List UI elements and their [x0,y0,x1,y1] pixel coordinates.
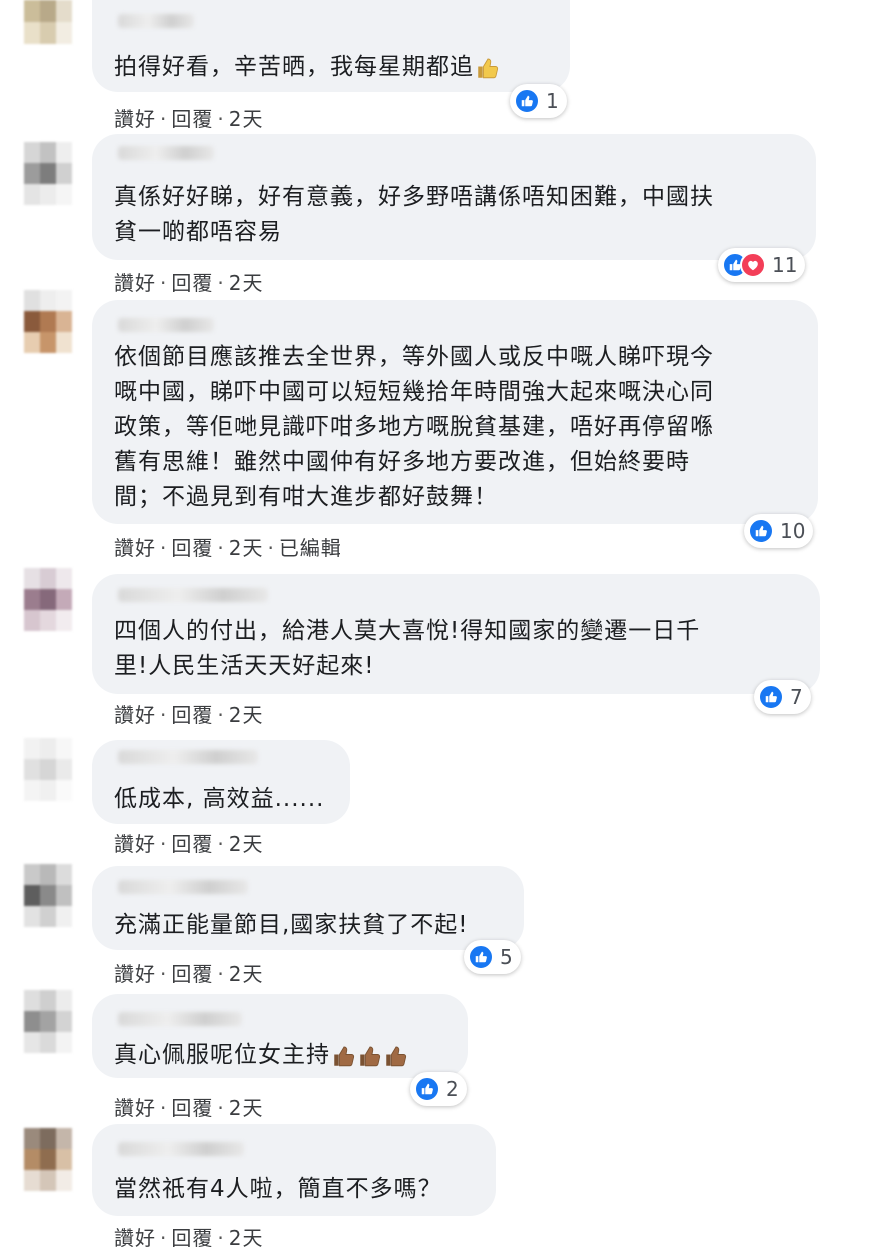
like-button[interactable]: 讚好 [114,107,156,131]
comment-timestamp[interactable]: 2天 [229,1226,264,1250]
commenter-name[interactable] [118,1142,244,1156]
comment-timestamp[interactable]: 2天 [229,1096,264,1120]
comment-actions: 讚好 · 回覆 · 2天 [114,832,264,856]
comment-actions: 讚好 · 回覆 · 2天 [114,271,264,295]
reaction-count: 2 [446,1077,459,1101]
reaction-summary[interactable]: 5 [464,940,521,974]
comment-timestamp[interactable]: 2天 [229,107,264,131]
reaction-summary[interactable]: 1 [510,84,567,118]
comment-actions: 讚好 · 回覆 · 2天 [114,1096,264,1120]
comment-text: 當然祇有4人啦，簡直不多嗎？ [114,1176,442,1202]
reply-button[interactable]: 回覆 [171,832,213,856]
comment-timestamp[interactable]: 2天 [229,703,264,727]
reaction-summary[interactable]: 2 [410,1072,467,1106]
avatar[interactable] [24,990,72,1053]
avatar[interactable] [24,290,72,353]
thumbs-up-emoji-icon [476,56,500,80]
reply-button[interactable]: 回覆 [171,703,213,727]
comment-text: 四個人的付出，給港人莫大喜悅!得知國家的變遷一日千 里!人民生活天天好起來! [114,618,701,679]
reaction-count: 11 [772,253,798,277]
reaction-summary[interactable]: 11 [718,248,806,282]
comment-text: 依個節目應該推去全世界，等外國人或反中嘅人睇吓現今 嘅中國，睇吓中國可以短短幾拾… [114,344,714,510]
thumbs-up-emoji-icon [358,1044,382,1068]
comment-timestamp[interactable]: 2天 [229,962,264,986]
comment-actions: 讚好 · 回覆 · 2天 [114,962,264,986]
avatar[interactable] [24,1128,72,1191]
reaction-count: 7 [790,685,803,709]
like-button[interactable]: 讚好 [114,536,156,560]
comment-text: 充滿正能量節目,國家扶貧了不起! [114,912,469,938]
like-button[interactable]: 讚好 [114,703,156,727]
commenter-name[interactable] [118,14,194,28]
like-button[interactable]: 讚好 [114,1226,156,1250]
avatar[interactable] [24,568,72,631]
comment-timestamp[interactable]: 2天 [229,271,264,295]
like-reaction-icon [468,944,494,970]
avatar[interactable] [24,738,72,801]
reaction-count: 10 [780,519,806,543]
commenter-name[interactable] [118,750,258,764]
like-button[interactable]: 讚好 [114,271,156,295]
like-button[interactable]: 讚好 [114,832,156,856]
edited-label: 已編輯 [278,536,342,560]
commenter-name[interactable] [118,1012,242,1026]
reply-button[interactable]: 回覆 [171,1226,213,1250]
reply-button[interactable]: 回覆 [171,962,213,986]
like-button[interactable]: 讚好 [114,1096,156,1120]
reaction-summary[interactable]: 10 [744,514,814,548]
comment-timestamp[interactable]: 2天 [229,832,264,856]
like-reaction-icon [758,684,784,710]
comment-actions: 讚好 · 回覆 · 2天 [114,1226,264,1250]
avatar[interactable] [24,864,72,927]
like-button[interactable]: 讚好 [114,962,156,986]
love-reaction-icon [740,252,766,278]
commenter-name[interactable] [118,146,214,160]
commenter-name[interactable] [118,588,268,602]
reply-button[interactable]: 回覆 [171,271,213,295]
reply-button[interactable]: 回覆 [171,1096,213,1120]
thumbs-up-emoji-icon [332,1044,356,1068]
commenter-name[interactable] [118,880,248,894]
thumbs-up-emoji-icon [384,1044,408,1068]
like-reaction-icon [514,88,540,114]
reaction-count: 5 [500,945,513,969]
reaction-summary[interactable]: 7 [754,680,811,714]
comment-actions: 讚好 · 回覆 · 2天 [114,107,264,131]
like-reaction-icon [414,1076,440,1102]
comment-text: 低成本, 高效益...... [114,786,325,812]
comment-text: 真心佩服呢位女主持 [114,1038,408,1073]
comment-actions: 讚好 · 回覆 · 2天 · 已編輯 [114,536,342,560]
like-reaction-icon [748,518,774,544]
comment-actions: 讚好 · 回覆 · 2天 [114,703,264,727]
commenter-name[interactable] [118,318,214,332]
reply-button[interactable]: 回覆 [171,107,213,131]
reaction-count: 1 [546,89,559,113]
avatar[interactable] [24,0,72,44]
reply-button[interactable]: 回覆 [171,536,213,560]
comment-timestamp[interactable]: 2天 [229,536,264,560]
comment-text: 拍得好看，辛苦晒，我每星期都追 [114,50,500,85]
comment-text: 真係好好睇，好有意義，好多野唔講係唔知困難，中國扶 貧一啲都唔容易 [114,184,714,245]
avatar[interactable] [24,142,72,205]
